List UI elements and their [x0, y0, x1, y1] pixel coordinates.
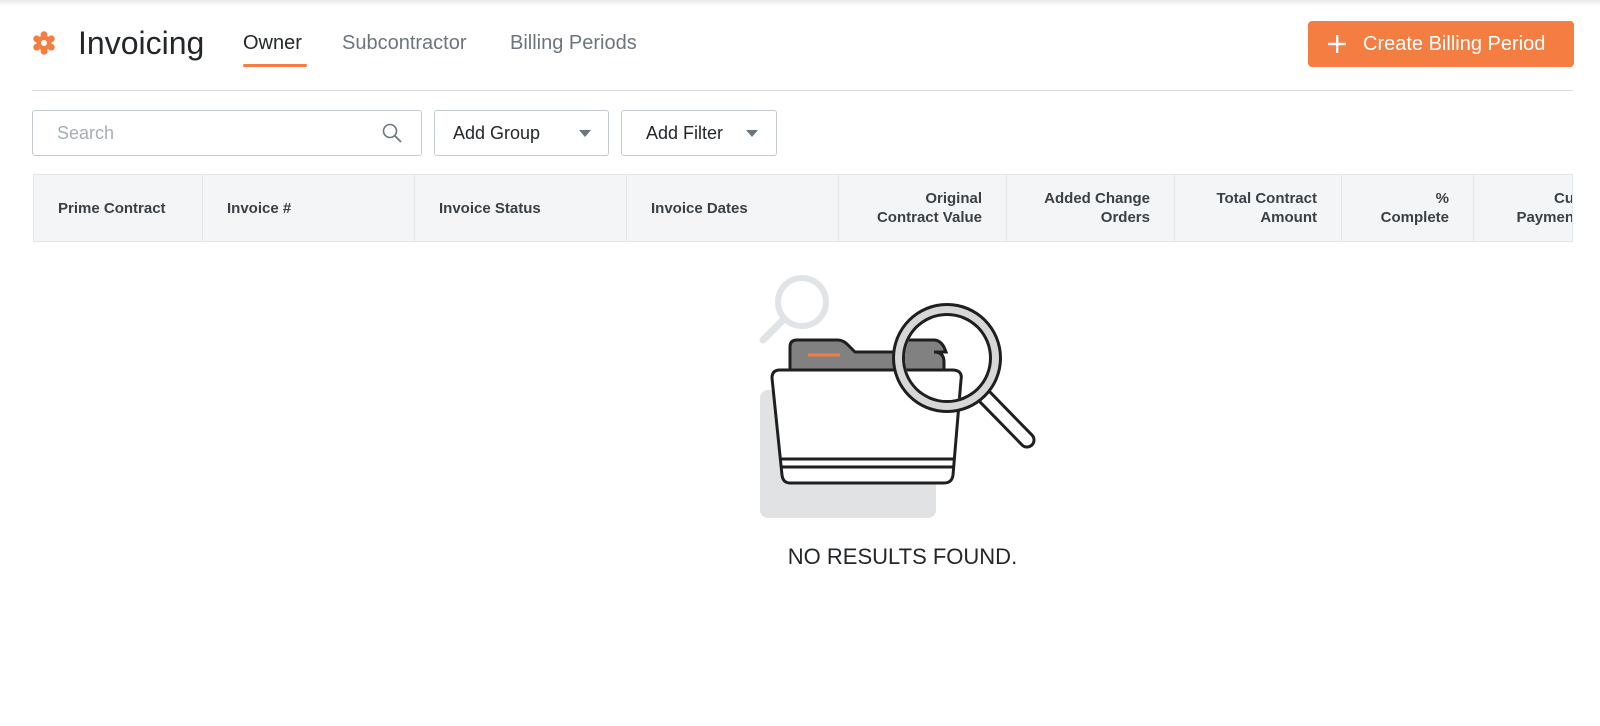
- create-billing-period-button[interactable]: Create Billing Period: [1308, 21, 1574, 67]
- add-group-dropdown[interactable]: Add Group: [434, 110, 609, 156]
- add-group-label: Add Group: [453, 123, 541, 143]
- caret-down-icon: [579, 130, 591, 137]
- column-header-current-payment[interactable]: Cu Paymen: [1474, 175, 1572, 241]
- plus-icon: [1328, 35, 1346, 53]
- tab-owner[interactable]: Owner: [243, 29, 302, 57]
- column-header-invoice-status[interactable]: Invoice Status: [415, 175, 627, 241]
- column-header-invoice-number[interactable]: Invoice #: [203, 175, 415, 241]
- column-header-prime-contract[interactable]: Prime Contract: [34, 175, 203, 241]
- tab-billing-periods[interactable]: Billing Periods: [510, 29, 637, 57]
- search-icon[interactable]: [382, 123, 402, 143]
- column-header-invoice-dates[interactable]: Invoice Dates: [627, 175, 839, 241]
- search-box: [32, 110, 422, 156]
- gear-icon: [33, 31, 55, 55]
- create-billing-period-label: Create Billing Period: [1363, 33, 1546, 55]
- column-header-total-contract-amount[interactable]: Total Contract Amount: [1175, 175, 1342, 241]
- empty-state-illustration: [759, 275, 1036, 518]
- active-tab-indicator: [243, 64, 307, 67]
- caret-down-icon: [746, 130, 758, 137]
- tab-subcontractor[interactable]: Subcontractor: [342, 29, 467, 57]
- column-header-added-change-orders[interactable]: Added Change Orders: [1007, 175, 1175, 241]
- search-input[interactable]: [33, 111, 387, 155]
- column-header-original-contract-value[interactable]: Original Contract Value: [839, 175, 1007, 241]
- table-header-row: Prime Contract Invoice # Invoice Status …: [33, 174, 1573, 242]
- page-title: Invoicing: [78, 25, 205, 61]
- empty-state-message: NO RESULTS FOUND.: [787, 544, 1018, 569]
- add-filter-dropdown[interactable]: Add Filter: [621, 110, 777, 156]
- add-filter-label: Add Filter: [646, 123, 724, 143]
- column-header-percent-complete[interactable]: % Complete: [1342, 175, 1474, 241]
